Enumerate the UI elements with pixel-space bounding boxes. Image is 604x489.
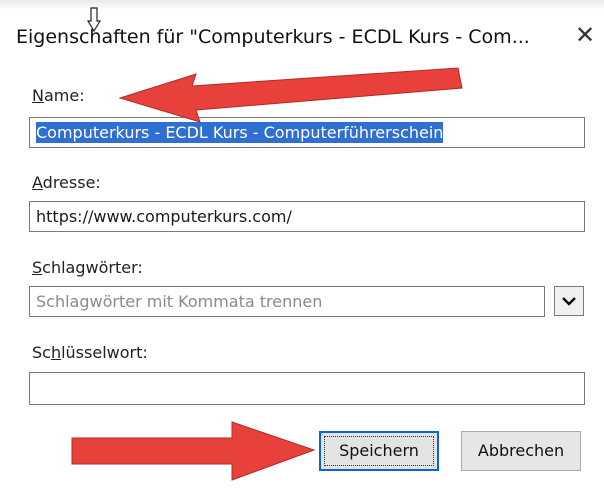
bookmark-properties-dialog: Eigenschaften für "Computerkurs - ECDL K…: [0, 0, 604, 489]
tags-input[interactable]: Schlagwörter mit Kommata trennen: [29, 286, 545, 317]
name-field[interactable]: Computerkurs - ECDL Kurs - Computerführe…: [29, 117, 585, 148]
name-field-value: Computerkurs - ECDL Kurs - Computerführe…: [36, 122, 444, 143]
cancel-button-label: Abbrechen: [477, 441, 565, 460]
mouse-cursor-icon: [86, 7, 102, 33]
address-field-value: https://www.computerkurs.com/: [36, 207, 292, 226]
address-field[interactable]: https://www.computerkurs.com/: [29, 201, 585, 232]
chevron-down-icon: [562, 297, 576, 306]
tags-dropdown-button[interactable]: [554, 286, 584, 316]
name-label: Name:: [32, 86, 85, 105]
save-button[interactable]: Speichern: [319, 431, 439, 471]
tags-label: Schlagwörter:: [32, 258, 143, 277]
keyword-field[interactable]: [29, 372, 585, 405]
address-label: Adresse:: [32, 173, 101, 192]
tags-placeholder: Schlagwörter mit Kommata trennen: [36, 292, 323, 311]
cancel-button[interactable]: Abbrechen: [461, 431, 581, 471]
close-icon[interactable]: ✕: [572, 22, 598, 48]
keyword-label: Schlüsselwort:: [32, 343, 148, 362]
focus-ring: [324, 436, 434, 466]
